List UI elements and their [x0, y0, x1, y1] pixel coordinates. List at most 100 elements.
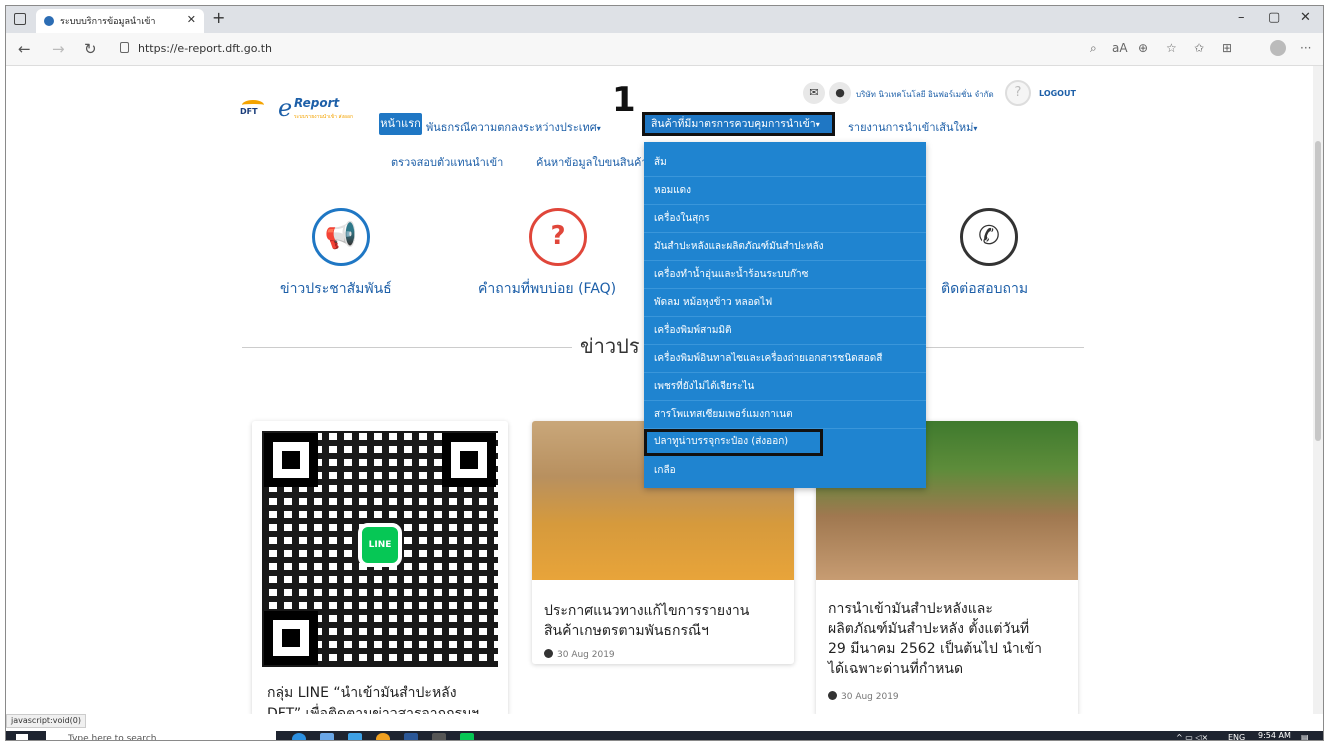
search-icon[interactable]: ⌕	[1090, 41, 1097, 56]
notification-icon[interactable]: ▤	[1301, 733, 1309, 740]
nav-new-line-label: รายงานการนำเข้าเส้นใหม่	[848, 121, 974, 134]
lock-icon[interactable]	[120, 42, 129, 53]
dropdown-item-potassium-permanganate[interactable]: สารโพแทสเซียมเพอร์แมงกาเนต	[644, 402, 926, 429]
phone-icon[interactable]: ✆	[960, 208, 1018, 266]
news-card-line-group[interactable]: LINE กลุ่ม LINE “นำเข้ามันสำปะหลัง DFT” …	[252, 421, 508, 714]
controlled-goods-dropdown: ส้ม หอมแดง เครื่องในสุกร มันสำปะหลังและผ…	[644, 142, 926, 488]
card-title-line2[interactable]: ผลิตภัณฑ์มันสำปะหลัง ตั้งแต่วันที่	[828, 619, 1029, 640]
dropdown-item-3d-printer[interactable]: เครื่องพิมพ์สามมิติ	[644, 318, 926, 345]
address-bar[interactable]: https://e-report.dft.go.th	[138, 42, 272, 55]
windows-taskbar: Type here to search ^ ▭ ◁× ENG 9:54 AM ▤	[6, 731, 1323, 740]
nav-search-doc[interactable]: ค้นหาข้อมูลใบขนสินค้า	[536, 153, 648, 171]
windows-start-icon[interactable]	[16, 734, 28, 740]
card-title-line1[interactable]: กลุ่ม LINE “นำเข้ามันสำปะหลัง	[267, 683, 457, 704]
line-app-icon[interactable]	[460, 733, 474, 740]
tray-icons[interactable]: ^ ▭ ◁×	[1176, 733, 1208, 740]
status-bar: javascript:void(0)	[6, 714, 87, 728]
paint-icon[interactable]	[432, 733, 446, 740]
browser-window: ระบบบริการข้อมูลนำเข้า ✕ + – ▢ ✕ ← → ↻ h…	[5, 5, 1324, 741]
nav-controlled-goods-label: สินค้าที่มีมาตรการควบคุมการนำเข้า	[651, 118, 816, 130]
faq-link[interactable]: คำถามที่พบบ่อย (FAQ)	[478, 278, 616, 300]
clock-time[interactable]: 9:54 AM	[1258, 731, 1291, 740]
e-report-logo-text[interactable]: Report	[294, 96, 339, 110]
tab-title: ระบบบริการข้อมูลนำเข้า	[60, 17, 156, 27]
dropdown-item-color-printer-copier[interactable]: เครื่องพิมพ์อินทาลไซและเครื่องถ่ายเอกสาร…	[644, 346, 926, 373]
dropdown-item-orange[interactable]: ส้ม	[644, 150, 926, 177]
address-toolbar: ← → ↻ https://e-report.dft.go.th ⌕ aA ⊕ …	[6, 33, 1323, 66]
tab-actions-icon[interactable]	[14, 13, 26, 25]
question-icon[interactable]: ?	[529, 208, 587, 266]
read-aloud-icon[interactable]: aA	[1112, 41, 1128, 55]
card-title-line2[interactable]: สินค้าเกษตรตามพันธกรณีฯ	[544, 621, 709, 642]
dropdown-item-shallot[interactable]: หอมแดง	[644, 178, 926, 205]
language-indicator[interactable]: ENG	[1228, 733, 1245, 740]
dropdown-item-fan-ricecooker-lamp[interactable]: พัดลม หม้อหุงข้าว หลอดไฟ	[644, 290, 926, 317]
qr-finder-bottom-left	[264, 611, 318, 665]
dft-logo-text: DFT	[240, 107, 258, 116]
user-avatar[interactable]: ?	[1005, 80, 1031, 106]
zoom-icon[interactable]: ⊕	[1138, 41, 1148, 55]
mail-icon[interactable]: ✉	[803, 82, 825, 104]
card-title-line3[interactable]: 29 มีนาคม 2562 เป็นต้นไป นำเข้า	[828, 639, 1042, 660]
page-scrollbar[interactable]	[1313, 66, 1323, 714]
nav-controlled-goods[interactable]: สินค้าที่มีมาตรการควบคุมการนำเข้า▾	[642, 112, 835, 136]
chrome-icon[interactable]	[376, 733, 390, 740]
forward-arrow-icon[interactable]: →	[52, 40, 65, 58]
scrollbar-thumb[interactable]	[1315, 141, 1321, 441]
dropdown-item-salt[interactable]: เกลือ	[644, 458, 926, 485]
card-title-line1[interactable]: ประกาศแนวทางแก้ไขการรายงาน	[544, 601, 749, 622]
clock-icon	[828, 691, 837, 700]
news-link[interactable]: ข่าวประชาสัมพันธ์	[280, 278, 392, 300]
logout-link[interactable]: LOGOUT	[1039, 89, 1076, 98]
e-report-logo-icon[interactable]: e	[278, 94, 292, 122]
taskbar-search[interactable]: Type here to search	[46, 731, 276, 740]
chevron-down-icon: ▾	[815, 120, 820, 129]
dropdown-item-pork-offal[interactable]: เครื่องในสุกร	[644, 206, 926, 233]
chevron-down-icon: ▾	[973, 124, 978, 133]
nav-agreements[interactable]: พันธกรณีความตกลงระหว่างประเทศ▾	[426, 118, 601, 136]
card-title-line4[interactable]: ได้เฉพาะด่านที่กำหนด	[828, 659, 963, 680]
nav-new-line-report[interactable]: รายงานการนำเข้าเส้นใหม่▾	[848, 118, 977, 136]
file-explorer-icon[interactable]	[320, 733, 334, 740]
word-icon[interactable]	[404, 733, 418, 740]
card-date-text: 30 Aug 2019	[841, 692, 899, 702]
dropdown-item-gas-water-heater[interactable]: เครื่องทำน้ำอุ่นและน้ำร้อนระบบก๊าซ	[644, 262, 926, 289]
tab-close-icon[interactable]: ✕	[187, 13, 196, 26]
section-divider-right	[926, 347, 1084, 348]
contact-link[interactable]: ติดต่อสอบถาม	[941, 278, 1028, 300]
web-page: DFT e Report ระบบรายงานนำเข้า ส่งออก ✉ ●…	[6, 66, 1323, 714]
qr-finder-top-left	[264, 433, 318, 487]
e-report-logo-subtitle: ระบบรายงานนำเข้า ส่งออก	[294, 114, 354, 120]
back-arrow-icon[interactable]: ←	[18, 40, 31, 58]
company-name[interactable]: บริษัท นิวเทคโนโลยี อินฟอร์เมชั่น จำกัด	[856, 88, 994, 101]
nav-check-agent[interactable]: ตรวจสอบตัวแทนนำเข้า	[391, 153, 503, 171]
more-menu-icon[interactable]: ···	[1300, 41, 1311, 55]
annotation-one: 1	[612, 80, 636, 120]
card-title-line2[interactable]: DFT” เพื่อติดตามข่าวสารจากกรมฯ	[267, 704, 479, 714]
refresh-icon[interactable]: ↻	[84, 40, 97, 58]
dropdown-item-rough-diamond[interactable]: เพชรที่ยังไม่ได้เจียระไน	[644, 374, 926, 401]
profile-avatar[interactable]	[1270, 40, 1286, 56]
new-tab-button[interactable]: +	[212, 8, 225, 27]
card-date: 30 Aug 2019	[828, 691, 899, 702]
card-date-text: 30 Aug 2019	[557, 650, 615, 660]
qr-finder-top-right	[442, 433, 496, 487]
site-favicon-icon	[44, 16, 54, 26]
collections-icon[interactable]: ⊞	[1222, 41, 1232, 55]
close-window-button[interactable]: ✕	[1300, 10, 1311, 25]
chat-icon[interactable]: ●	[829, 82, 851, 104]
megaphone-icon[interactable]: 📢	[312, 208, 370, 266]
favorite-add-icon[interactable]: ☆	[1166, 41, 1177, 55]
nav-home-button[interactable]: หน้าแรก	[379, 113, 422, 135]
line-logo-icon: LINE	[358, 523, 402, 567]
favorites-icon[interactable]: ✩	[1194, 41, 1204, 55]
card-title-line1[interactable]: การนำเข้ามันสำปะหลังและ	[828, 599, 993, 620]
browser-tab[interactable]: ระบบบริการข้อมูลนำเข้า ✕	[36, 9, 204, 33]
section-divider-left	[242, 347, 572, 348]
minimize-button[interactable]: –	[1238, 10, 1245, 25]
dropdown-item-canned-tuna[interactable]: ปลาทูน่าบรรจุกระป๋อง (ส่งออก)	[644, 429, 823, 456]
edge-icon[interactable]	[292, 733, 306, 740]
mail-app-icon[interactable]	[348, 733, 362, 740]
dropdown-item-cassava[interactable]: มันสำปะหลังและผลิตภัณฑ์มันสำปะหลัง	[644, 234, 926, 261]
maximize-button[interactable]: ▢	[1268, 10, 1280, 25]
